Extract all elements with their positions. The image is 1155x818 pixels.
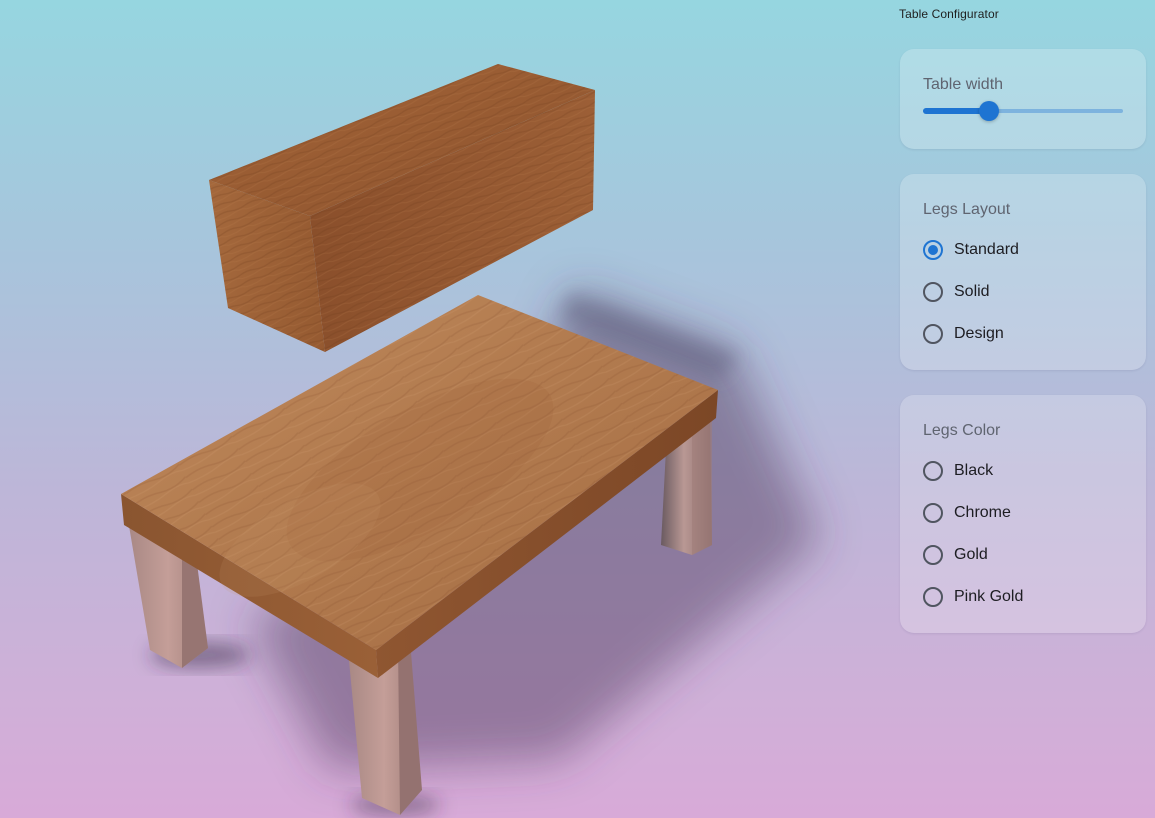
radio-button[interactable] <box>923 545 943 565</box>
wood-block <box>209 64 595 352</box>
legs-layout-radio-group: Standard Solid Design <box>923 229 1019 355</box>
radio-label: Design <box>954 325 1004 342</box>
slider-thumb[interactable] <box>979 101 999 121</box>
radio-button[interactable] <box>923 324 943 344</box>
legs-layout-label: Legs Layout <box>923 201 1011 218</box>
radio-button[interactable] <box>923 461 943 481</box>
legs-color-card: Legs Color Black Chrome Gold Pink Gold <box>900 395 1146 633</box>
radio-label: Pink Gold <box>954 588 1024 605</box>
radio-button[interactable] <box>923 240 943 260</box>
table-width-label: Table width <box>923 76 1004 93</box>
3d-viewport[interactable] <box>0 0 880 818</box>
legs-layout-card: Legs Layout Standard Solid Design <box>900 174 1146 370</box>
radio-label: Chrome <box>954 504 1011 521</box>
radio-label: Solid <box>954 283 990 300</box>
radio-button[interactable] <box>923 282 943 302</box>
table-width-slider[interactable] <box>923 101 1123 121</box>
legs-layout-option-standard[interactable]: Standard <box>923 229 1019 271</box>
radio-button[interactable] <box>923 587 943 607</box>
legs-color-option-chrome[interactable]: Chrome <box>923 492 1023 534</box>
radio-label: Standard <box>954 241 1019 258</box>
legs-layout-option-solid[interactable]: Solid <box>923 271 1019 313</box>
legs-color-option-gold[interactable]: Gold <box>923 534 1023 576</box>
legs-color-option-black[interactable]: Black <box>923 450 1023 492</box>
app-title: Table Configurator <box>899 7 999 21</box>
legs-color-radio-group: Black Chrome Gold Pink Gold <box>923 450 1023 618</box>
radio-button[interactable] <box>923 503 943 523</box>
radio-label: Black <box>954 462 994 479</box>
radio-label: Gold <box>954 546 988 563</box>
legs-color-label: Legs Color <box>923 422 1001 439</box>
table-width-card: Table width <box>900 49 1146 149</box>
legs-layout-option-design[interactable]: Design <box>923 313 1019 355</box>
legs-color-option-pink-gold[interactable]: Pink Gold <box>923 576 1023 618</box>
